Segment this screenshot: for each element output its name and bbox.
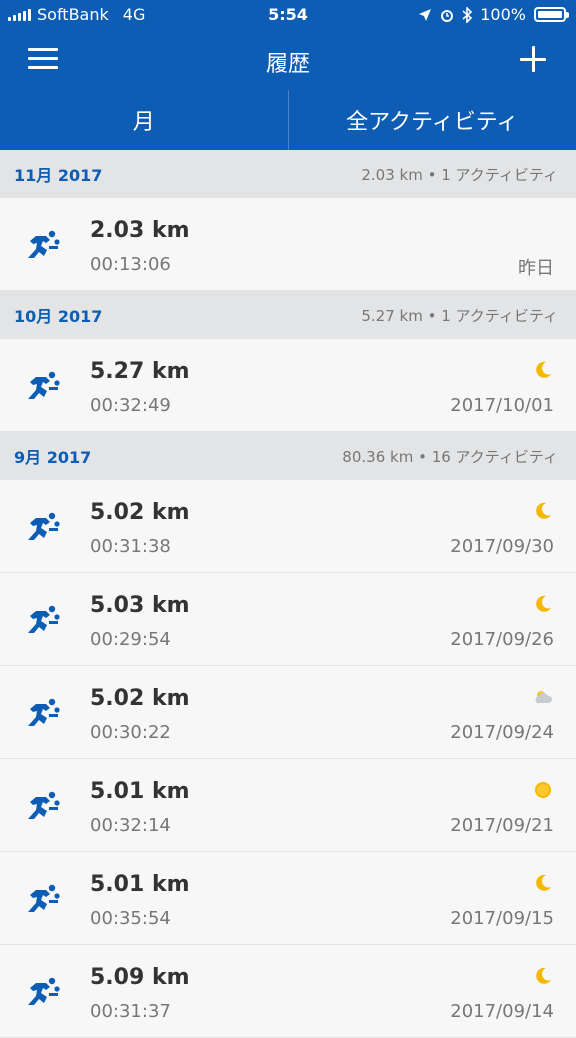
- activity-distance: 2.03 km: [90, 218, 190, 243]
- running-icon: [22, 224, 62, 264]
- running-icon: [22, 365, 62, 405]
- activity-distance: 5.09 km: [90, 965, 190, 990]
- sun-weather-icon: [532, 779, 554, 801]
- activity-date: 2017/09/21: [450, 815, 554, 836]
- status-bar: SoftBank 4G 5:54 100%: [0, 0, 576, 30]
- activity-date: 2017/09/15: [450, 908, 554, 929]
- add-activity-button[interactable]: [520, 46, 546, 72]
- activity-row[interactable]: 5.01 km 00:35:54 2017/09/15: [0, 852, 576, 945]
- activity-distance: 5.01 km: [90, 779, 190, 804]
- activity-distance: 5.03 km: [90, 593, 190, 618]
- moon-weather-icon: [532, 872, 554, 894]
- section-month: 9月 2017: [14, 444, 91, 468]
- moon-weather-icon: [532, 593, 554, 615]
- battery-icon: [534, 7, 566, 22]
- activity-row[interactable]: 2.03 km 00:13:06 昨日: [0, 198, 576, 291]
- activity-date: 2017/09/24: [450, 722, 554, 743]
- activity-distance: 5.02 km: [90, 686, 190, 711]
- tab-bar: 月 全アクティビティ: [0, 90, 576, 150]
- tab-all-activities[interactable]: 全アクティビティ: [289, 90, 576, 150]
- activity-row[interactable]: 5.03 km 00:29:54 2017/09/26: [0, 573, 576, 666]
- section-summary: 5.27 km • 1 アクティビティ: [361, 305, 558, 326]
- section-month: 11月 2017: [14, 162, 102, 186]
- activity-row[interactable]: 5.02 km 00:31:38 2017/09/30: [0, 480, 576, 573]
- activity-row[interactable]: 5.09 km 00:31:37 2017/09/14: [0, 945, 576, 1038]
- activity-date: 2017/10/01: [450, 395, 554, 416]
- alarm-icon: [440, 8, 454, 22]
- tab-month[interactable]: 月: [0, 90, 288, 150]
- running-icon: [22, 506, 62, 546]
- activity-duration: 00:31:37: [90, 1001, 171, 1022]
- running-icon: [22, 971, 62, 1011]
- activity-duration: 00:35:54: [90, 908, 171, 929]
- section-month: 10月 2017: [14, 303, 102, 327]
- activity-distance: 5.02 km: [90, 500, 190, 525]
- activity-date: 昨日: [518, 254, 554, 280]
- activity-duration: 00:32:49: [90, 395, 171, 416]
- location-arrow-icon: [418, 8, 432, 22]
- battery-percent: 100%: [480, 5, 526, 24]
- activity-duration: 00:29:54: [90, 629, 171, 650]
- running-icon: [22, 599, 62, 639]
- activity-date: 2017/09/30: [450, 536, 554, 557]
- activity-duration: 00:32:14: [90, 815, 171, 836]
- month-section-header: 10月 2017 5.27 km • 1 アクティビティ: [0, 291, 576, 339]
- activity-row[interactable]: 5.02 km 00:30:22 2017/09/24: [0, 666, 576, 759]
- activity-distance: 5.01 km: [90, 872, 190, 897]
- activity-date: 2017/09/26: [450, 629, 554, 650]
- running-icon: [22, 785, 62, 825]
- activity-row[interactable]: 5.27 km 00:32:49 2017/10/01: [0, 339, 576, 432]
- status-right: 100%: [418, 5, 566, 24]
- running-icon: [22, 878, 62, 918]
- bluetooth-icon: [462, 7, 472, 23]
- month-section-header: 11月 2017 2.03 km • 1 アクティビティ: [0, 150, 576, 198]
- cloud-weather-icon: [532, 686, 554, 708]
- running-icon: [22, 692, 62, 732]
- section-summary: 2.03 km • 1 アクティビティ: [361, 164, 558, 185]
- section-summary: 80.36 km • 16 アクティビティ: [342, 446, 558, 467]
- moon-weather-icon: [532, 965, 554, 987]
- activity-duration: 00:30:22: [90, 722, 171, 743]
- activity-row[interactable]: 5.01 km 00:32:14 2017/09/21: [0, 759, 576, 852]
- page-title: 履歴: [0, 46, 576, 78]
- moon-weather-icon: [532, 500, 554, 522]
- activity-duration: 00:31:38: [90, 536, 171, 557]
- nav-bar: 履歴: [0, 32, 576, 88]
- history-list: 11月 2017 2.03 km • 1 アクティビティ 2.03 km 00:13:…: [0, 150, 576, 1038]
- app-header: SoftBank 4G 5:54 100% 履歴 月 全アクティビティ: [0, 0, 576, 150]
- activity-date: 2017/09/14: [450, 1001, 554, 1022]
- month-section-header: 9月 2017 80.36 km • 16 アクティビティ: [0, 432, 576, 480]
- moon-weather-icon: [532, 359, 554, 381]
- activity-distance: 5.27 km: [90, 359, 190, 384]
- activity-duration: 00:13:06: [90, 254, 171, 275]
